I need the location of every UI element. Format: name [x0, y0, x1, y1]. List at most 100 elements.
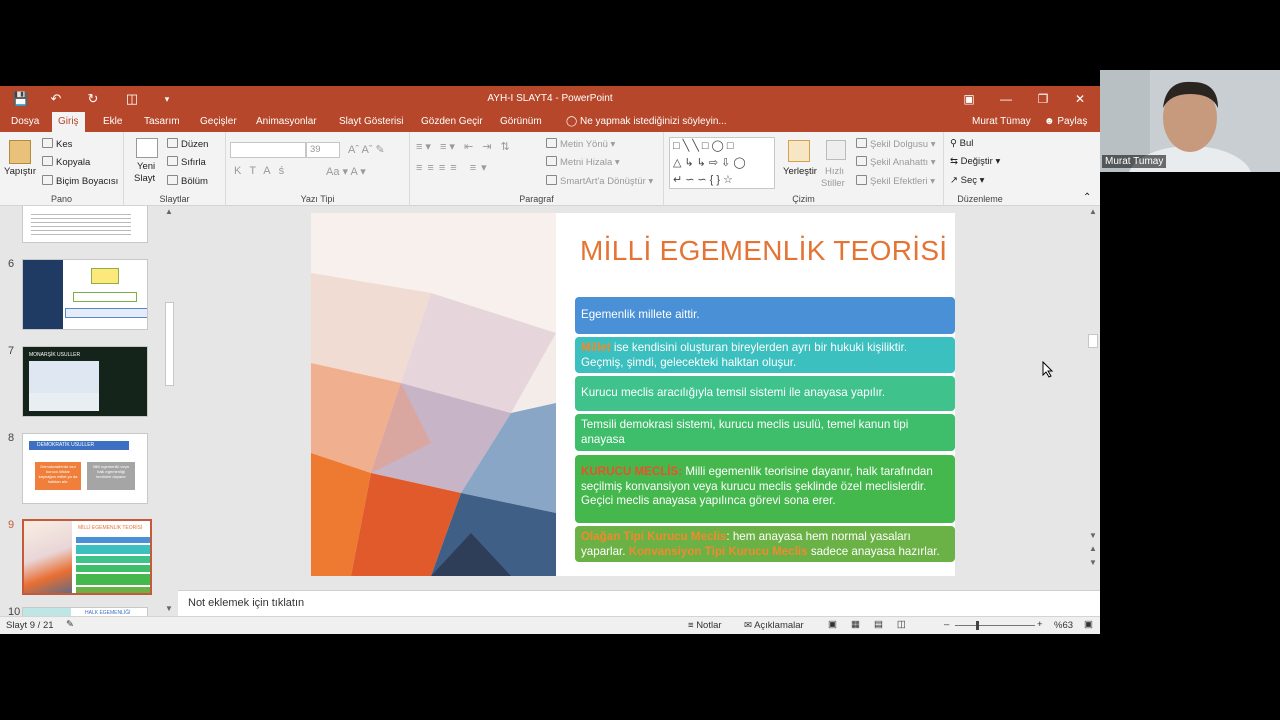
next-slide-icon[interactable]: ▼: [1089, 558, 1097, 567]
layout-button[interactable]: Düzen: [167, 138, 208, 150]
new-slide-button[interactable]: Yeni: [137, 161, 155, 172]
comments-button[interactable]: ✉ Açıklamalar: [744, 620, 804, 631]
tab-animasyonlar[interactable]: Animasyonlar: [250, 112, 323, 132]
thumbnail-slide-7[interactable]: MONARŞİK USULLER: [22, 346, 148, 417]
tab-gecisler[interactable]: Geçişler: [194, 112, 243, 132]
fit-slide-icon[interactable]: ▣: [1084, 619, 1093, 630]
text-direction-icon: [546, 138, 557, 148]
scroll-thumb[interactable]: [165, 302, 174, 386]
smartart-button[interactable]: SmartArt'a Dönüştür ▾: [546, 175, 653, 187]
thumb-box: Milli egemenlik veya halk egemenliği teo…: [87, 462, 135, 490]
group-slaytlar: Yeni Slayt Düzen Sıfırla Bölüm Slaytlar: [124, 132, 226, 206]
quick-styles-icon[interactable]: [826, 140, 846, 160]
zoom-slider[interactable]: [955, 625, 1035, 626]
select-button[interactable]: ↗ Seç ▾: [950, 175, 984, 186]
bullet-box-6[interactable]: Olağan Tipi Kurucu Meclis: hem anayasa h…: [575, 526, 955, 562]
view-buttons[interactable]: ▣▦▤◫: [828, 619, 920, 630]
align-text-button[interactable]: Metni Hizala ▾: [546, 156, 620, 168]
user-name[interactable]: Murat Tümay: [966, 112, 1037, 132]
shapes-gallery[interactable]: □╲╲□◯□ △↳↳⇨⇩◯ ↵∽∽{}☆: [669, 137, 775, 189]
zoom-level[interactable]: %63: [1054, 620, 1073, 631]
arrange-button[interactable]: Yerleştir: [783, 166, 817, 177]
previous-slide-icon[interactable]: ▲: [1089, 544, 1097, 553]
shape-outline-button[interactable]: Şekil Anahattı ▾: [856, 156, 936, 168]
notes-placeholder[interactable]: Not eklemek için tıklatın: [188, 597, 304, 609]
bullet-box-4[interactable]: Temsili demokrasi sistemi, kurucu meclis…: [575, 414, 955, 451]
share-button[interactable]: ☻ Paylaş: [1038, 112, 1093, 132]
thumbnail-slide-9[interactable]: MİLLİ EGEMENLİK TEORİSİ: [22, 519, 152, 595]
notes-button[interactable]: ≡ Notlar: [688, 620, 722, 631]
quick-styles-button[interactable]: Hızlı: [825, 166, 844, 177]
highlight-konvansiyon-tipi: Konvansiyon Tipi Kurucu Meclis: [628, 544, 808, 558]
new-slide-icon[interactable]: [136, 138, 158, 158]
scroll-up-icon[interactable]: ▲: [165, 207, 173, 216]
polygon-background-image: [311, 213, 556, 576]
section-button[interactable]: Bölüm: [167, 175, 208, 187]
group-duzenleme: ⚲ Bul ⇆ Değiştir ▾ ↗ Seç ▾ Düzenleme: [944, 132, 1016, 206]
thumb-number: 8: [8, 432, 15, 444]
copy-icon: [42, 156, 53, 166]
bullet-box-1[interactable]: Egemenlik millete aittir.: [575, 297, 955, 334]
font-grow-icon[interactable]: Aˆ Aˇ ✎: [348, 143, 385, 156]
thumbnail-slide-6[interactable]: [22, 259, 148, 330]
minimize-icon[interactable]: —: [988, 86, 1024, 112]
status-bar: Slayt 9 / 21 ✎ ≡ Notlar ✉ Açıklamalar ▣▦…: [0, 616, 1100, 634]
font-name-box[interactable]: [230, 142, 306, 158]
scroll-up-icon[interactable]: ▲: [1089, 207, 1097, 216]
cut-button[interactable]: Kes: [42, 138, 72, 150]
highlight-kurucu-meclis: KURUCU MECLİS:: [581, 465, 683, 478]
format-painter-button[interactable]: Biçim Boyacısı: [42, 175, 118, 187]
ribbon-display-icon[interactable]: ▣: [951, 86, 987, 112]
tab-giris[interactable]: Giriş: [52, 112, 85, 132]
tab-slayt-gosterisi[interactable]: Slayt Gösterisi: [333, 112, 409, 132]
paste-icon[interactable]: [9, 140, 31, 164]
scroll-down-icon[interactable]: ▼: [1089, 531, 1097, 540]
thumbnail-slide-8[interactable]: DEMOKRATİK USULLER Demokrasilerde asıl k…: [22, 433, 148, 504]
zoom-out-icon[interactable]: –: [944, 619, 949, 630]
shape-fill-button[interactable]: Şekil Dolgusu ▾: [856, 138, 936, 150]
notes-pane[interactable]: Not eklemek için tıklatın: [178, 590, 1100, 616]
text-direction-button[interactable]: Metin Yönü ▾: [546, 138, 615, 150]
copy-button[interactable]: Kopyala: [42, 156, 90, 168]
thumb-bar: [76, 545, 150, 554]
bullet-box-3[interactable]: Kurucu meclis aracılığıyla temsil sistem…: [575, 376, 955, 411]
thumb-text-lines: [31, 211, 131, 235]
replace-button[interactable]: ⇆ Değiştir ▾: [950, 156, 1000, 167]
thumbnail-slide-10[interactable]: HALK EGEMENLİĞİ: [22, 607, 148, 616]
bullet-box-2[interactable]: Millet ise kendisini oluşturan bireylerd…: [575, 337, 955, 373]
zoom-slider-handle[interactable]: [976, 621, 979, 630]
zoom-in-icon[interactable]: +: [1037, 619, 1043, 630]
scroll-down-icon[interactable]: ▼: [165, 604, 173, 613]
thumbnail-slide-5[interactable]: [22, 206, 148, 243]
spellcheck-icon[interactable]: ✎: [66, 619, 74, 630]
tell-me-box[interactable]: ◯ Ne yapmak istediğinizi söyleyin...: [560, 112, 733, 132]
collapse-ribbon-icon[interactable]: ⌃: [1083, 192, 1091, 203]
tab-gozden-gecir[interactable]: Gözden Geçir: [415, 112, 489, 132]
tab-gorunum[interactable]: Görünüm: [494, 112, 548, 132]
font-size-box[interactable]: 39: [306, 142, 340, 158]
restore-icon[interactable]: ❐: [1025, 86, 1061, 112]
close-icon[interactable]: ✕: [1062, 86, 1098, 112]
quick-styles-label2[interactable]: Stiller: [821, 178, 845, 189]
list-buttons[interactable]: ≡▾ ≡▾ ⇤ ⇥ ⇅: [416, 140, 513, 153]
thumb-number: 10: [8, 606, 21, 616]
tab-ekle[interactable]: Ekle: [97, 112, 128, 132]
font-color-icon[interactable]: Aa ▾ A ▾: [326, 165, 366, 178]
person-icon: ☻: [1044, 116, 1058, 127]
tab-dosya[interactable]: Dosya: [5, 112, 45, 132]
bullet-box-5[interactable]: KURUCU MECLİS: Milli egemenlik teorisine…: [575, 455, 955, 523]
shape-effects-button[interactable]: Şekil Efektleri ▾: [856, 175, 935, 187]
find-button[interactable]: ⚲ Bul: [950, 138, 973, 149]
current-slide[interactable]: MİLLİ EGEMENLİK TEORİSİ Egemenlik millet…: [311, 213, 955, 576]
new-slide-dropdown[interactable]: Slayt: [134, 173, 155, 184]
thumbnail-scrollbar[interactable]: ▲ ▼: [162, 206, 176, 616]
tab-tasarim[interactable]: Tasarım: [138, 112, 186, 132]
reset-button[interactable]: Sıfırla: [167, 156, 206, 168]
font-style-buttons[interactable]: KTAś: [234, 165, 292, 177]
slide-title[interactable]: MİLLİ EGEMENLİK TEORİSİ: [580, 235, 947, 267]
paste-button[interactable]: Yapıştır: [4, 166, 36, 177]
slide-scrollbar[interactable]: ▲ ▼ ▲ ▼: [1086, 206, 1100, 590]
scroll-thumb[interactable]: [1088, 334, 1098, 348]
arrange-icon[interactable]: [788, 140, 810, 162]
align-buttons[interactable]: ≡≡≡≡ ≡▾: [416, 161, 492, 174]
